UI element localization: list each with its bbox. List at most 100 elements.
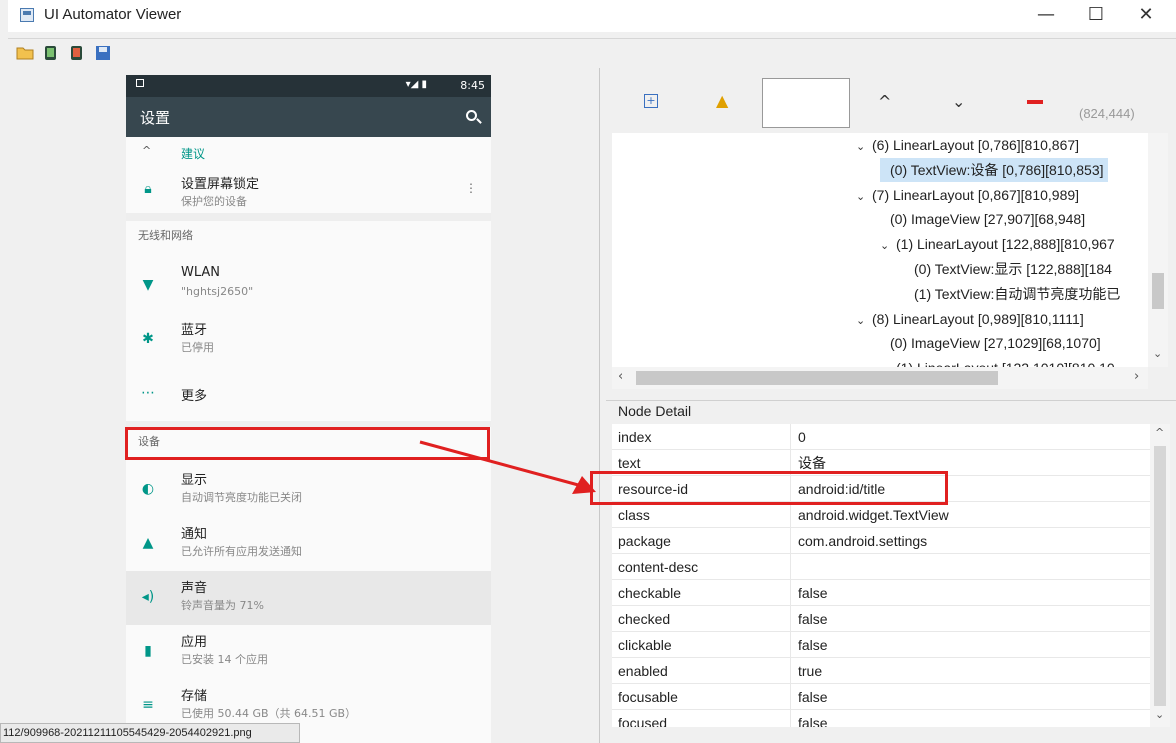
property-value[interactable]: true bbox=[798, 658, 822, 684]
close-button[interactable]: ✕ bbox=[1120, 0, 1172, 32]
property-value[interactable]: false bbox=[798, 684, 828, 710]
chevron-down-icon[interactable]: ⌄ bbox=[880, 234, 896, 258]
save-icon[interactable] bbox=[94, 45, 112, 61]
table-row[interactable]: index 0 bbox=[612, 424, 1150, 450]
tree-node[interactable]: ⌄ (8) LinearLayout [0,989][810,1111] bbox=[856, 307, 1088, 331]
scroll-thumb[interactable] bbox=[636, 371, 998, 385]
list-item-bluetooth[interactable]: ✱ 蓝牙 已停用 bbox=[126, 313, 491, 367]
annotation-arrow bbox=[419, 440, 596, 494]
property-key: focused bbox=[618, 715, 668, 727]
chevron-down-icon[interactable]: ⌄ bbox=[952, 92, 965, 111]
scroll-thumb[interactable] bbox=[1154, 446, 1166, 706]
table-row[interactable]: focused false bbox=[612, 710, 1150, 727]
table-row[interactable]: content-desc bbox=[612, 554, 1150, 580]
property-key: checked bbox=[618, 611, 671, 627]
coordinate-readout: (824,444) bbox=[1079, 106, 1135, 121]
chevron-down-icon[interactable]: ⌄ bbox=[856, 135, 872, 159]
scroll-thumb[interactable] bbox=[1152, 273, 1164, 309]
more-vert-icon[interactable]: ⋮ bbox=[465, 181, 477, 195]
item-title: 设置屏幕锁定 bbox=[181, 177, 260, 192]
list-item-notifications[interactable]: ▲ 通知 已允许所有应用发送通知 bbox=[126, 517, 491, 571]
chevron-left-icon[interactable]: ‹ bbox=[618, 369, 623, 384]
table-row[interactable]: enabled true bbox=[612, 658, 1150, 684]
table-row[interactable]: package com.android.settings bbox=[612, 528, 1150, 554]
column-divider bbox=[790, 684, 791, 710]
property-value[interactable]: false bbox=[798, 606, 828, 632]
tree-node[interactable]: ⌄ (6) LinearLayout [0,786][810,867] bbox=[856, 133, 1083, 157]
suggestion-header-label: 建议 bbox=[181, 147, 206, 161]
collapse-icon[interactable] bbox=[1027, 100, 1043, 104]
table-row[interactable]: clickable false bbox=[612, 632, 1150, 658]
node-detail-table[interactable]: index 0 text 设备 resource-id android:id/title c… bbox=[612, 424, 1150, 727]
chevron-down-icon[interactable]: ⌄ bbox=[1153, 347, 1162, 360]
table-row[interactable]: focusable false bbox=[612, 684, 1150, 710]
warning-icon[interactable]: ▲ bbox=[716, 91, 728, 110]
chevron-down-icon[interactable]: ⌄ bbox=[880, 358, 896, 367]
compressed-screenshot-icon[interactable] bbox=[68, 45, 86, 61]
chevron-right-icon[interactable]: › bbox=[1134, 369, 1139, 384]
notification-icon bbox=[136, 79, 144, 87]
item-title: 显示 bbox=[181, 473, 208, 488]
property-value[interactable]: false bbox=[798, 710, 828, 727]
search-icon[interactable] bbox=[466, 110, 477, 121]
list-item-sound[interactable]: ◂) 声音 铃声音量为 71% bbox=[126, 571, 491, 625]
property-value[interactable]: false bbox=[798, 580, 828, 606]
chevron-down-icon[interactable]: ⌄ bbox=[856, 185, 872, 209]
detail-vertical-scrollbar[interactable]: ^ ⌄ bbox=[1150, 424, 1170, 727]
table-row[interactable]: checked false bbox=[612, 606, 1150, 632]
chevron-down-icon[interactable]: ⌄ bbox=[856, 309, 872, 333]
tree-node[interactable]: ⌄ (1) LinearLayout [122,888][810,967 bbox=[880, 232, 1119, 256]
chevron-up-icon[interactable]: ^ bbox=[878, 92, 891, 111]
more-horiz-icon: ⋯ bbox=[141, 385, 155, 401]
property-key: enabled bbox=[618, 663, 668, 679]
android-status-bar: ▾◢ ▮ 8:45 bbox=[126, 75, 491, 97]
property-key: package bbox=[618, 533, 671, 549]
item-subtitle: 已允许所有应用发送通知 bbox=[181, 545, 302, 558]
storage-icon: ≡ bbox=[142, 697, 154, 713]
table-row[interactable]: class android.widget.TextView bbox=[612, 502, 1150, 528]
tree-node[interactable]: (0) TextView:显示 [122,888][184 bbox=[904, 257, 1116, 281]
table-row[interactable]: checkable false bbox=[612, 580, 1150, 606]
column-divider bbox=[790, 424, 791, 450]
list-item-more[interactable]: ⋯ 更多 bbox=[126, 367, 491, 421]
tree-horizontal-scrollbar[interactable]: ‹ › bbox=[612, 367, 1148, 389]
property-key: clickable bbox=[618, 637, 672, 653]
tree-vertical-scrollbar[interactable]: ⌄ bbox=[1148, 133, 1168, 367]
list-item-screen-lock[interactable]: 🔒︎ 设置屏幕锁定 保护您的设备 ⋮ bbox=[126, 167, 491, 213]
property-key: focusable bbox=[618, 689, 678, 705]
suggestion-header[interactable]: ^ 建议 bbox=[126, 137, 491, 167]
list-item-apps[interactable]: ▮ 应用 已安装 14 个应用 bbox=[126, 625, 491, 679]
property-value[interactable]: 0 bbox=[798, 424, 806, 450]
device-screenshot[interactable]: ▾◢ ▮ 8:45 设置 ^ 建议 🔒︎ 设置屏幕锁定 保护您的设备 ⋮ 无线和… bbox=[126, 75, 491, 743]
hierarchy-toolbar: + ▲ ^ ⌄ (824,444) bbox=[606, 72, 1176, 132]
column-divider bbox=[790, 606, 791, 632]
property-key: index bbox=[618, 429, 652, 445]
tree-node[interactable]: (1) TextView:自动调节亮度功能已 bbox=[904, 282, 1124, 306]
property-value[interactable]: false bbox=[798, 632, 828, 658]
item-subtitle: 已安装 14 个应用 bbox=[181, 653, 268, 666]
list-item-wlan[interactable]: ▼ WLAN "hghtsj2650" bbox=[126, 259, 491, 313]
device-screenshot-icon[interactable] bbox=[42, 45, 60, 61]
tree-node[interactable]: ⌄ (7) LinearLayout [0,867][810,989] bbox=[856, 183, 1083, 207]
chevron-down-icon[interactable]: ⌄ bbox=[1155, 708, 1164, 721]
highlight-box-resource-id bbox=[590, 471, 948, 505]
minimize-button[interactable]: — bbox=[1020, 0, 1072, 32]
tree-node[interactable]: (0) ImageView [27,907][68,948] bbox=[880, 207, 1089, 231]
filter-box[interactable] bbox=[762, 78, 850, 128]
item-title: 声音 bbox=[181, 581, 208, 596]
tree-node[interactable]: (0) TextView:设备 [0,786][810,853] bbox=[880, 157, 1108, 182]
bell-icon: ▲ bbox=[142, 535, 154, 551]
expand-all-icon[interactable]: + bbox=[644, 94, 658, 108]
tree-node[interactable]: ⌄(1) LinearLayout [122,1010][810,10 bbox=[880, 356, 1119, 367]
property-value[interactable]: com.android.settings bbox=[798, 528, 927, 554]
open-folder-icon[interactable] bbox=[16, 45, 34, 61]
chevron-up-icon[interactable]: ^ bbox=[1155, 426, 1164, 439]
column-divider bbox=[790, 528, 791, 554]
maximize-button[interactable]: ☐ bbox=[1070, 0, 1122, 32]
tree-node[interactable]: (0) ImageView [27,1029][68,1070] bbox=[880, 331, 1105, 355]
property-value[interactable]: android.widget.TextView bbox=[798, 502, 949, 528]
hierarchy-tree[interactable]: ⌄ (6) LinearLayout [0,786][810,867] (0) Te… bbox=[612, 133, 1148, 367]
tree-node-label: (7) LinearLayout [0,867][810,989] bbox=[872, 186, 1080, 203]
section-header-wireless: 无线和网络 bbox=[138, 229, 193, 242]
main-toolbar bbox=[8, 38, 1176, 66]
